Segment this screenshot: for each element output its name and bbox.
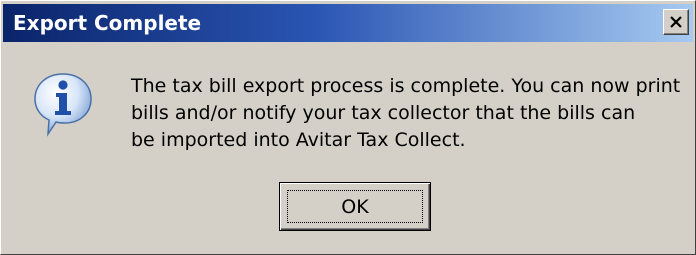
close-icon [670, 16, 682, 28]
info-icon [32, 71, 94, 137]
export-complete-dialog: Export Complete The tax bill export proc… [0, 0, 696, 255]
message-line: bills and/or notify your tax collector t… [131, 102, 636, 124]
title-bar[interactable]: Export Complete [3, 4, 693, 42]
close-button[interactable] [663, 9, 689, 35]
ok-button[interactable]: OK [279, 182, 431, 231]
message-line: The tax bill export process is complete.… [131, 75, 681, 97]
dialog-title: Export Complete [13, 11, 202, 35]
message-line: be imported into Avitar Tax Collect. [131, 129, 466, 151]
message-text: The tax bill export process is complete.… [131, 73, 687, 154]
ok-button-label: OK [341, 196, 369, 218]
